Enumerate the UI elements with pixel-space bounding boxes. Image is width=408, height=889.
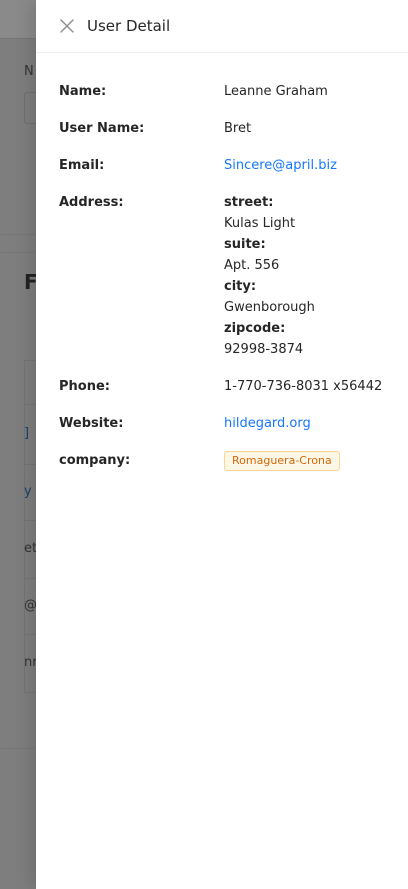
suite-value: Apt. 556 xyxy=(224,258,280,273)
suite-key: suite: xyxy=(224,237,266,252)
drawer-header: User Detail xyxy=(36,0,408,53)
city-value: Gwenborough xyxy=(224,300,315,315)
background-label-fragment: N xyxy=(24,64,34,79)
website-label: Website: xyxy=(59,416,124,431)
background-link-fragment: ] xyxy=(24,426,30,441)
background-row-line xyxy=(24,634,36,635)
background-divider xyxy=(0,234,36,235)
user-detail-drawer: User Detail Name: Leanne Graham User Nam… xyxy=(36,0,408,889)
website-row: Website: hildegard.org xyxy=(36,413,408,434)
email-label: Email: xyxy=(59,158,105,173)
address-value: street: Kulas Light suite: Apt. 556 city… xyxy=(224,192,408,360)
username-row: User Name: Bret xyxy=(36,118,408,139)
name-row: Name: Leanne Graham xyxy=(36,81,408,102)
drawer-title: User Detail xyxy=(87,17,171,35)
background-row-line xyxy=(24,464,36,465)
background-row-line xyxy=(24,404,36,405)
company-label: company: xyxy=(59,453,131,468)
page: N F ] y ( et @k nr User Detail Name: Lea… xyxy=(0,0,408,889)
street-value: Kulas Light xyxy=(224,216,296,231)
username-label: User Name: xyxy=(59,121,145,136)
background-row-line xyxy=(24,692,36,693)
username-value: Bret xyxy=(224,121,252,136)
phone-value: 1-770-736-8031 x56442 xyxy=(224,379,383,394)
zipcode-value: 92998-3874 xyxy=(224,342,304,357)
city-key: city: xyxy=(224,279,257,294)
background-row-line xyxy=(24,360,36,361)
background-divider xyxy=(0,38,36,39)
background-row-line xyxy=(24,578,36,579)
email-row: Email: Sincere@april.biz xyxy=(36,155,408,176)
detail-list: Name: Leanne Graham User Name: Bret Emai… xyxy=(36,53,408,471)
background-divider xyxy=(0,252,36,253)
phone-row: Phone: 1-770-736-8031 x56442 xyxy=(36,376,408,397)
company-tag: Romaguera-Crona xyxy=(224,451,340,471)
close-icon[interactable] xyxy=(59,18,75,34)
name-value: Leanne Graham xyxy=(224,84,328,99)
address-label: Address: xyxy=(59,195,124,210)
street-key: street: xyxy=(224,195,274,210)
address-row: Address: street: Kulas Light suite: Apt.… xyxy=(36,192,408,360)
phone-label: Phone: xyxy=(59,379,110,394)
background-divider xyxy=(0,748,36,749)
website-link[interactable]: hildegard.org xyxy=(224,416,311,431)
background-row-line xyxy=(24,520,36,521)
email-link[interactable]: Sincere@april.biz xyxy=(224,158,337,173)
company-row: company: Romaguera-Crona xyxy=(36,450,408,471)
zipcode-key: zipcode: xyxy=(224,321,286,336)
name-label: Name: xyxy=(59,84,107,99)
